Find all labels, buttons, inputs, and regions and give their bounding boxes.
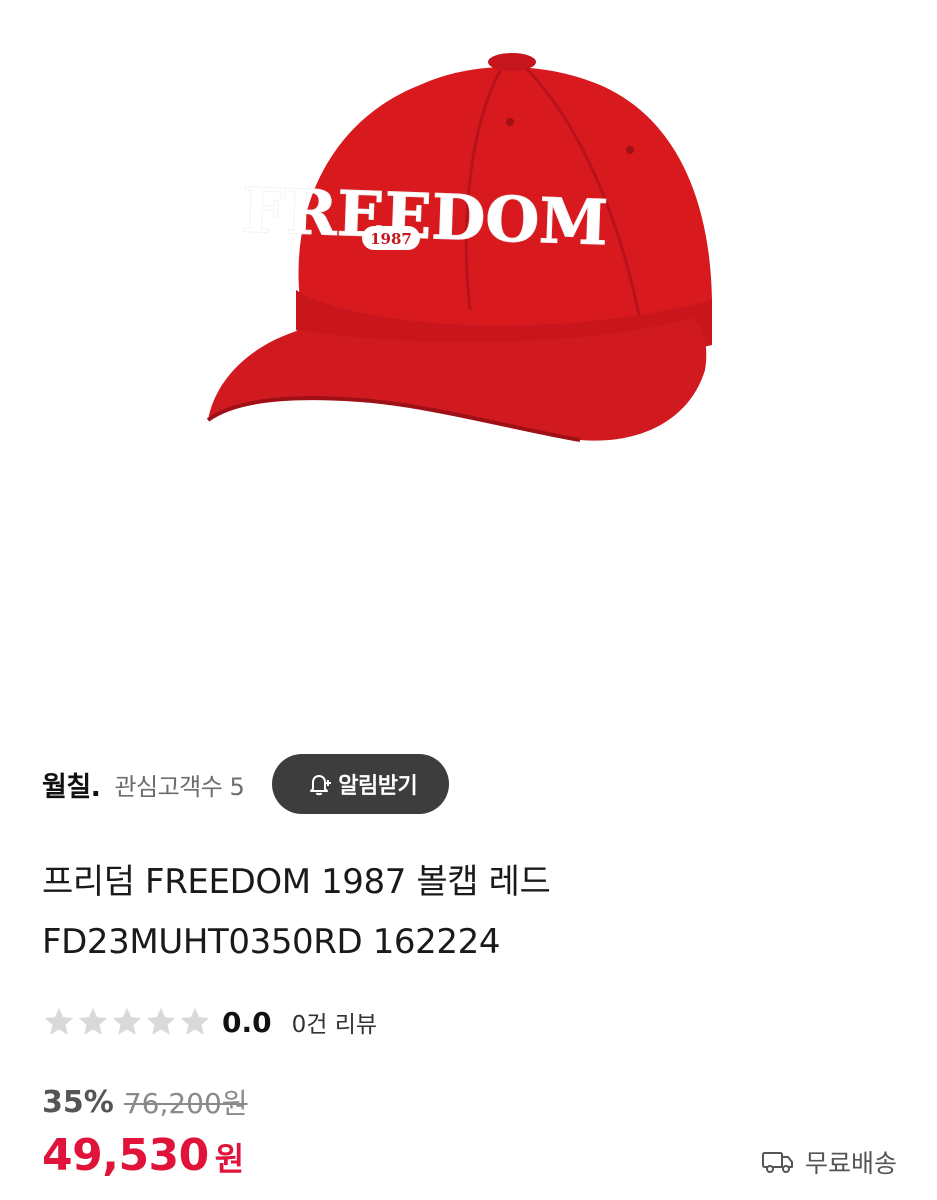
star-rating	[42, 1005, 212, 1039]
star-icon	[44, 1007, 74, 1035]
follower-count: 관심고객수 5	[114, 772, 245, 801]
truck-icon	[761, 1152, 793, 1173]
star-icon	[180, 1007, 210, 1035]
cap-illustration: FREEDOM 1987	[206, 53, 712, 442]
brand-name[interactable]: 월칠.	[42, 765, 101, 804]
discount-rate: 35%	[42, 1084, 114, 1120]
product-title: 프리덤 FREEDOM 1987 볼캡 레드 FD23MUHT0350RD 16…	[42, 852, 902, 972]
cap-text: FREEDOM	[240, 174, 609, 260]
product-title-line1: 프리덤 FREEDOM 1987 볼캡 레드	[42, 862, 551, 902]
shipping-label: 무료배송	[804, 1149, 897, 1178]
cap-year: 1987	[370, 230, 412, 248]
rating-score: 0.0	[222, 1005, 272, 1039]
product-title-line2: FD23MUHT0350RD 162224	[42, 922, 501, 962]
bell-plus-icon	[310, 775, 332, 796]
review-count-link[interactable]: 0건 리뷰	[292, 1005, 377, 1039]
original-price: 76,200원	[123, 1087, 248, 1120]
discount-row: 35% 76,200원	[42, 1082, 248, 1122]
star-icon	[78, 1007, 108, 1035]
product-image[interactable]: FREEDOM 1987	[0, 0, 937, 720]
follow-brand-label: 알림받기	[338, 774, 418, 799]
brand-row: 월칠. 관심고객수 5 알림받기	[42, 754, 450, 814]
sale-price-row: 49,530 원	[42, 1130, 244, 1190]
rating-row[interactable]: 0.0 0건 리뷰	[42, 1000, 377, 1044]
shipping-info: 무료배송	[761, 1140, 897, 1184]
follow-brand-button[interactable]: 알림받기	[272, 754, 450, 814]
sale-price: 49,530	[42, 1130, 209, 1181]
star-icon	[146, 1007, 176, 1035]
sale-price-currency: 원	[214, 1140, 245, 1178]
star-icon	[112, 1007, 142, 1035]
